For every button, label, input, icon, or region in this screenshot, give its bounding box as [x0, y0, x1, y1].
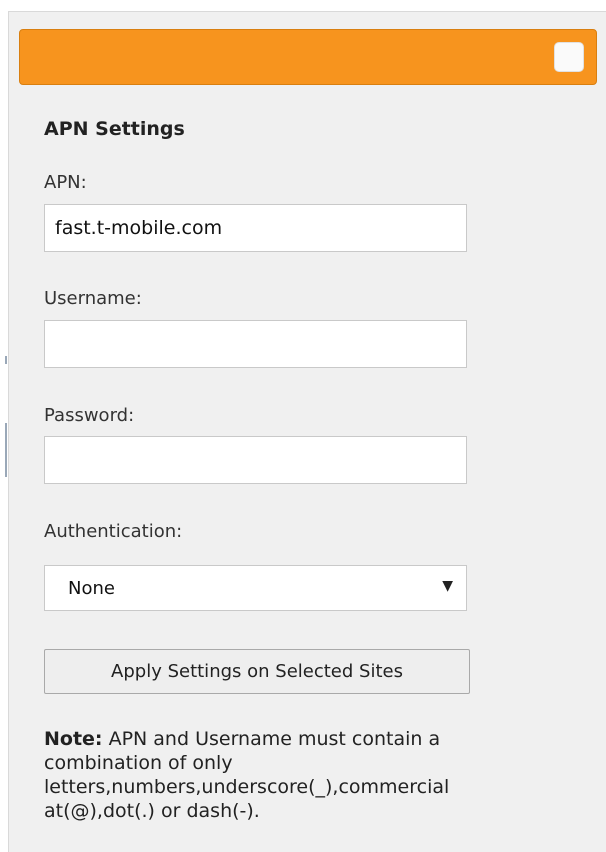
note-line-2: combination of only — [44, 752, 233, 774]
authentication-selected-value: None — [68, 578, 115, 599]
left-gutter — [0, 11, 8, 852]
panel-header — [19, 29, 597, 85]
apply-settings-button[interactable]: Apply Settings on Selected Sites — [44, 649, 470, 694]
note-line-4: at(@),dot(.) or dash(-). — [44, 800, 260, 822]
authentication-label: Authentication: — [44, 521, 183, 542]
section-title: APN Settings — [44, 118, 185, 140]
header-select-checkbox[interactable] — [554, 42, 584, 72]
note-line-3: letters,numbers,underscore(_),commercial — [44, 776, 450, 798]
note-title: Note: — [44, 728, 103, 750]
password-label: Password: — [44, 405, 135, 426]
note-line-1: APN and Username must contain a — [108, 728, 441, 750]
username-input[interactable] — [44, 320, 467, 368]
apn-settings-page: APN Settings APN: Username: Password: Au… — [0, 0, 606, 852]
username-label: Username: — [44, 288, 142, 309]
apn-settings-panel: APN Settings APN: Username: Password: Au… — [8, 11, 606, 852]
apn-input[interactable] — [44, 204, 467, 252]
dropdown-arrow-icon: ▼ — [442, 578, 453, 594]
left-gutter-mark-2 — [5, 423, 7, 477]
authentication-select[interactable]: None ▼ — [44, 565, 467, 611]
left-gutter-mark-1 — [5, 356, 7, 364]
top-strip — [0, 0, 606, 11]
apn-label: APN: — [44, 172, 87, 193]
password-input[interactable] — [44, 436, 467, 484]
note-text: Note: APN and Username must contain a co… — [44, 727, 594, 823]
